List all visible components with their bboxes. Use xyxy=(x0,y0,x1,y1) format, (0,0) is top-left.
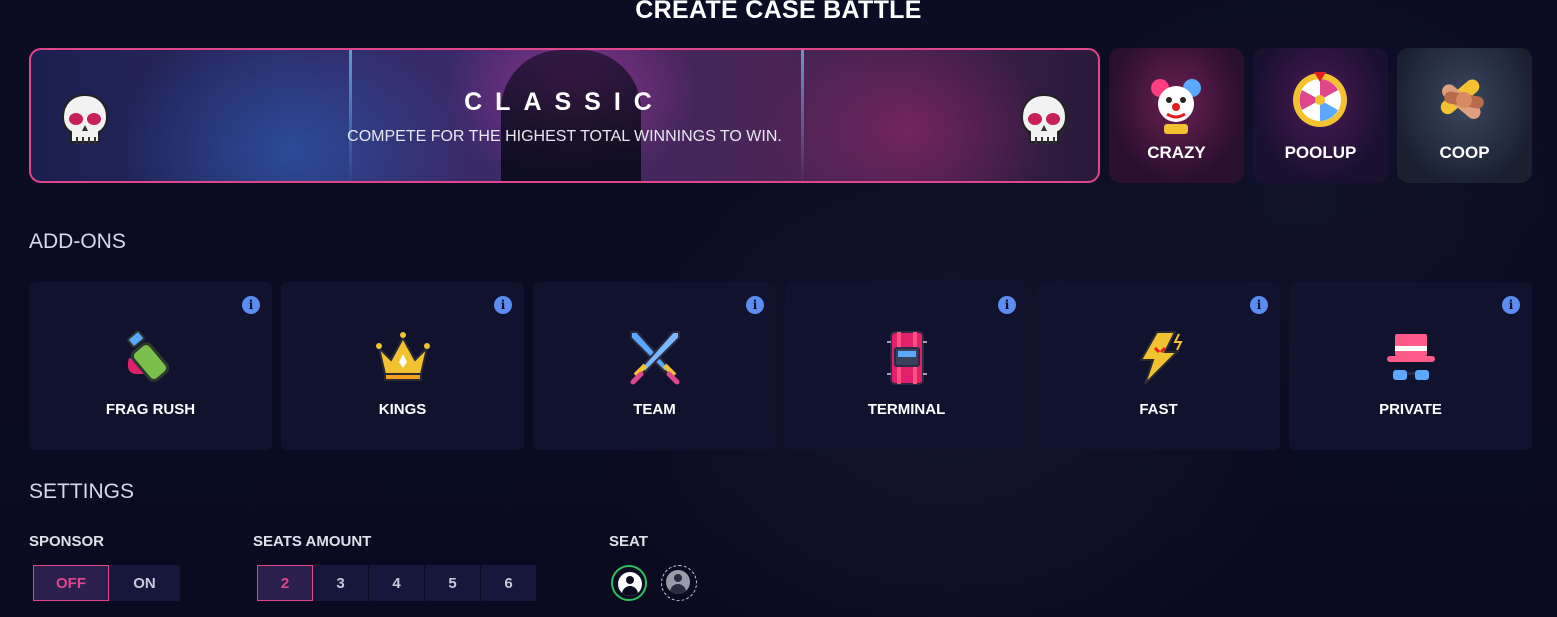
addon-label: FRAG RUSH xyxy=(105,401,196,418)
mode-card-poolup[interactable]: POOLUP xyxy=(1253,48,1388,183)
seats-option-6[interactable]: 6 xyxy=(481,565,537,601)
seats-option-5[interactable]: 5 xyxy=(425,565,481,601)
user-icon xyxy=(666,570,690,594)
grenade-icon xyxy=(127,330,170,382)
addon-private[interactable]: i PRIVATE xyxy=(1289,282,1532,450)
mode-label: CRAZY xyxy=(1147,143,1206,162)
sponsor-label: SPONSOR xyxy=(29,533,105,550)
addon-label: FAST xyxy=(1139,401,1178,418)
info-icon[interactable]: i xyxy=(746,296,764,314)
sponsor-on-button[interactable]: ON xyxy=(109,565,181,601)
sponsor-off-button[interactable]: OFF xyxy=(33,565,109,601)
skull-icon xyxy=(1020,93,1068,144)
info-icon[interactable]: i xyxy=(1502,296,1520,314)
lightning-icon xyxy=(1139,331,1183,385)
seat-2-button[interactable] xyxy=(661,565,697,601)
info-icon[interactable]: i xyxy=(494,296,512,314)
seats-option-3[interactable]: 3 xyxy=(313,565,369,601)
mode-title: CLASSIC xyxy=(464,88,665,116)
addon-label: TERMINAL xyxy=(867,401,946,418)
settings-section-title: SETTINGS xyxy=(29,480,135,503)
mode-label: POOLUP xyxy=(1284,143,1357,162)
addon-kings[interactable]: i KINGS xyxy=(281,282,524,450)
addons-section-title: ADD-ONS xyxy=(29,230,126,253)
seats-option-4[interactable]: 4 xyxy=(369,565,425,601)
addon-label: PRIVATE xyxy=(1379,401,1442,418)
mode-card-crazy[interactable]: CRAZY xyxy=(1109,48,1244,183)
crown-icon xyxy=(376,332,430,381)
info-icon[interactable]: i xyxy=(998,296,1016,314)
info-icon[interactable]: i xyxy=(1250,296,1268,314)
user-icon xyxy=(618,572,642,596)
seats-amount-label: SEATS AMOUNT xyxy=(253,533,372,550)
info-icon[interactable]: i xyxy=(242,296,260,314)
addon-terminal[interactable]: i TERMINAL xyxy=(785,282,1028,450)
mode-card-classic[interactable]: CLASSIC COMPETE FOR THE HIGHEST TOTAL WI… xyxy=(29,48,1100,183)
addon-fast[interactable]: i FAST xyxy=(1037,282,1280,450)
mode-label: COOP xyxy=(1439,143,1490,162)
seat-1-button[interactable] xyxy=(611,565,647,601)
seats-option-2[interactable]: 2 xyxy=(257,565,313,601)
crossed-swords-icon xyxy=(630,331,680,385)
mode-card-coop[interactable]: COOP xyxy=(1397,48,1532,183)
clown-icon xyxy=(1151,79,1201,134)
seat-label: SEAT xyxy=(609,533,648,550)
seats-amount-selector: 2 3 4 5 6 xyxy=(257,565,537,601)
page-title: CREATE CASE BATTLE xyxy=(635,0,922,24)
addon-frag-rush[interactable]: i FRAG RUSH xyxy=(29,282,272,450)
addon-label: TEAM xyxy=(633,401,676,418)
addon-label: KINGS xyxy=(378,401,427,418)
handshake-icon xyxy=(1440,79,1484,119)
sponsor-toggle: OFF ON xyxy=(33,565,181,601)
wheel-icon xyxy=(1293,72,1347,127)
bomb-icon xyxy=(887,331,927,385)
hat-glasses-icon xyxy=(1387,334,1435,380)
addon-team[interactable]: i TEAM xyxy=(533,282,776,450)
mode-description: COMPETE FOR THE HIGHEST TOTAL WINNINGS T… xyxy=(347,128,782,145)
